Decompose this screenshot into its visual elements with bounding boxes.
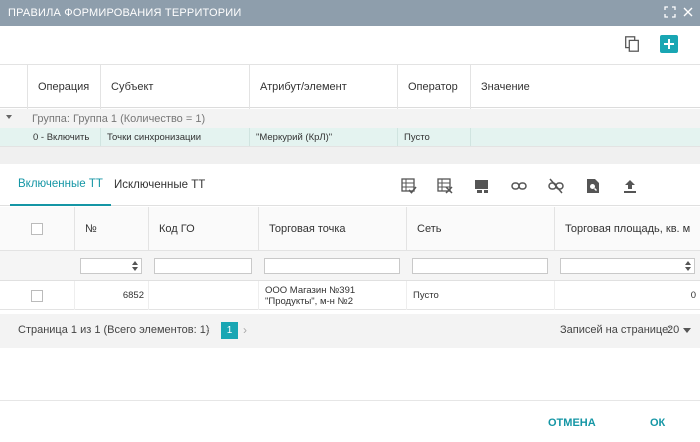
tab-excluded-tt[interactable]: Исключенные ТТ [106, 164, 213, 206]
rules-col-operator[interactable]: Оператор [397, 65, 470, 109]
link-button[interactable] [510, 177, 528, 195]
store-filter-input[interactable] [264, 258, 400, 274]
export-button[interactable] [621, 177, 639, 195]
rule-attribute: "Меркурий (КрЛ)" [249, 128, 397, 146]
rules-col-value[interactable]: Значение [470, 65, 700, 109]
select-all-button[interactable] [400, 177, 418, 195]
ok-button[interactable]: ОК [650, 417, 665, 429]
row-area: 0 [554, 281, 700, 310]
copy-icon [625, 36, 639, 52]
grid-pager: Страница 1 из 1 (Всего элементов: 1) ‹ 1… [0, 314, 700, 348]
table-remove-icon [437, 178, 453, 194]
cancel-button[interactable]: ОТМЕНА [548, 417, 596, 429]
row-number: 6852 [74, 281, 148, 310]
rule-operator: Пусто [397, 128, 470, 146]
panel-splitter[interactable] [0, 146, 700, 164]
upload-icon [624, 180, 636, 193]
tt-grid-header: № Код ГО Торговая точка Сеть Торговая пл… [0, 207, 700, 251]
document-search-icon [587, 179, 599, 193]
pager-info: Страница 1 из 1 (Всего элементов: 1) [18, 324, 210, 336]
per-page-select[interactable]: 20 [667, 324, 679, 336]
close-icon[interactable] [682, 6, 694, 18]
next-page-icon[interactable]: › [243, 323, 247, 337]
rules-table-header: Операция Субъект Атрибут/элемент Операто… [0, 64, 700, 109]
rules-col-subject[interactable]: Субъект [100, 65, 249, 109]
grid-col-number[interactable]: № [74, 207, 148, 251]
grid-col-code-go[interactable]: Код ГО [148, 207, 258, 251]
area-filter-spinner[interactable] [684, 261, 692, 271]
select-all-checkbox[interactable] [31, 223, 43, 235]
number-filter-input[interactable] [80, 258, 142, 274]
dialog-footer: ОТМЕНА ОК [0, 400, 700, 442]
copy-rule-button[interactable] [622, 34, 642, 54]
maximize-icon[interactable] [664, 6, 676, 18]
row-store: ООО Магазин №391 "Продукты", м-н №2 [258, 281, 406, 310]
map-view-button[interactable] [473, 177, 491, 195]
page-button-current[interactable]: 1 [221, 322, 238, 339]
unlink-icon [548, 178, 564, 194]
grid-col-store[interactable]: Торговая точка [258, 207, 406, 251]
clear-selection-button[interactable] [436, 177, 454, 195]
rule-value [470, 128, 700, 146]
rules-toolbar [0, 26, 700, 64]
grid-filter-row [0, 251, 700, 281]
rule-operation: 0 - Включить [33, 131, 90, 143]
group-label: Группа: Группа 1 (Количество = 1) [32, 112, 206, 125]
unlink-button[interactable] [547, 177, 565, 195]
grid-col-network[interactable]: Сеть [406, 207, 554, 251]
row-checkbox[interactable] [31, 290, 43, 302]
map-icon [475, 180, 488, 193]
rules-col-attribute[interactable]: Атрибут/элемент [249, 65, 397, 109]
tab-included-tt[interactable]: Включенные ТТ [10, 164, 111, 206]
area-filter-input[interactable] [560, 258, 695, 274]
rule-row[interactable]: 0 - Включить Точки синхронизации "Меркур… [0, 128, 700, 146]
window-title: ПРАВИЛА ФОРМИРОВАНИЯ ТЕРРИТОРИИ [8, 7, 242, 19]
network-filter-input[interactable] [412, 258, 548, 274]
prev-page-icon[interactable]: ‹ [206, 323, 210, 337]
rule-subject: Точки синхронизации [100, 128, 249, 146]
search-document-button[interactable] [584, 177, 602, 195]
row-network: Пусто [406, 281, 554, 310]
per-page-label: Записей на странице: [560, 324, 672, 336]
per-page-caret-icon[interactable] [683, 328, 691, 333]
rules-col-operation[interactable]: Операция [27, 65, 100, 109]
number-filter-spinner[interactable] [131, 261, 139, 271]
grid-col-area[interactable]: Торговая площадь, кв. м [554, 207, 700, 251]
rules-group-row[interactable]: Группа: Группа 1 (Количество = 1) [0, 109, 700, 128]
add-rule-button[interactable] [660, 35, 678, 53]
window-titlebar: ПРАВИЛА ФОРМИРОВАНИЯ ТЕРРИТОРИИ [0, 0, 700, 26]
code-go-filter-input[interactable] [154, 258, 252, 274]
row-code-go [148, 281, 258, 310]
collapse-caret-icon[interactable] [6, 115, 12, 119]
table-check-icon [401, 178, 417, 194]
link-icon [511, 182, 527, 190]
plus-icon [664, 39, 674, 49]
table-row[interactable]: 6852 ООО Магазин №391 "Продукты", м-н №2… [0, 281, 700, 310]
